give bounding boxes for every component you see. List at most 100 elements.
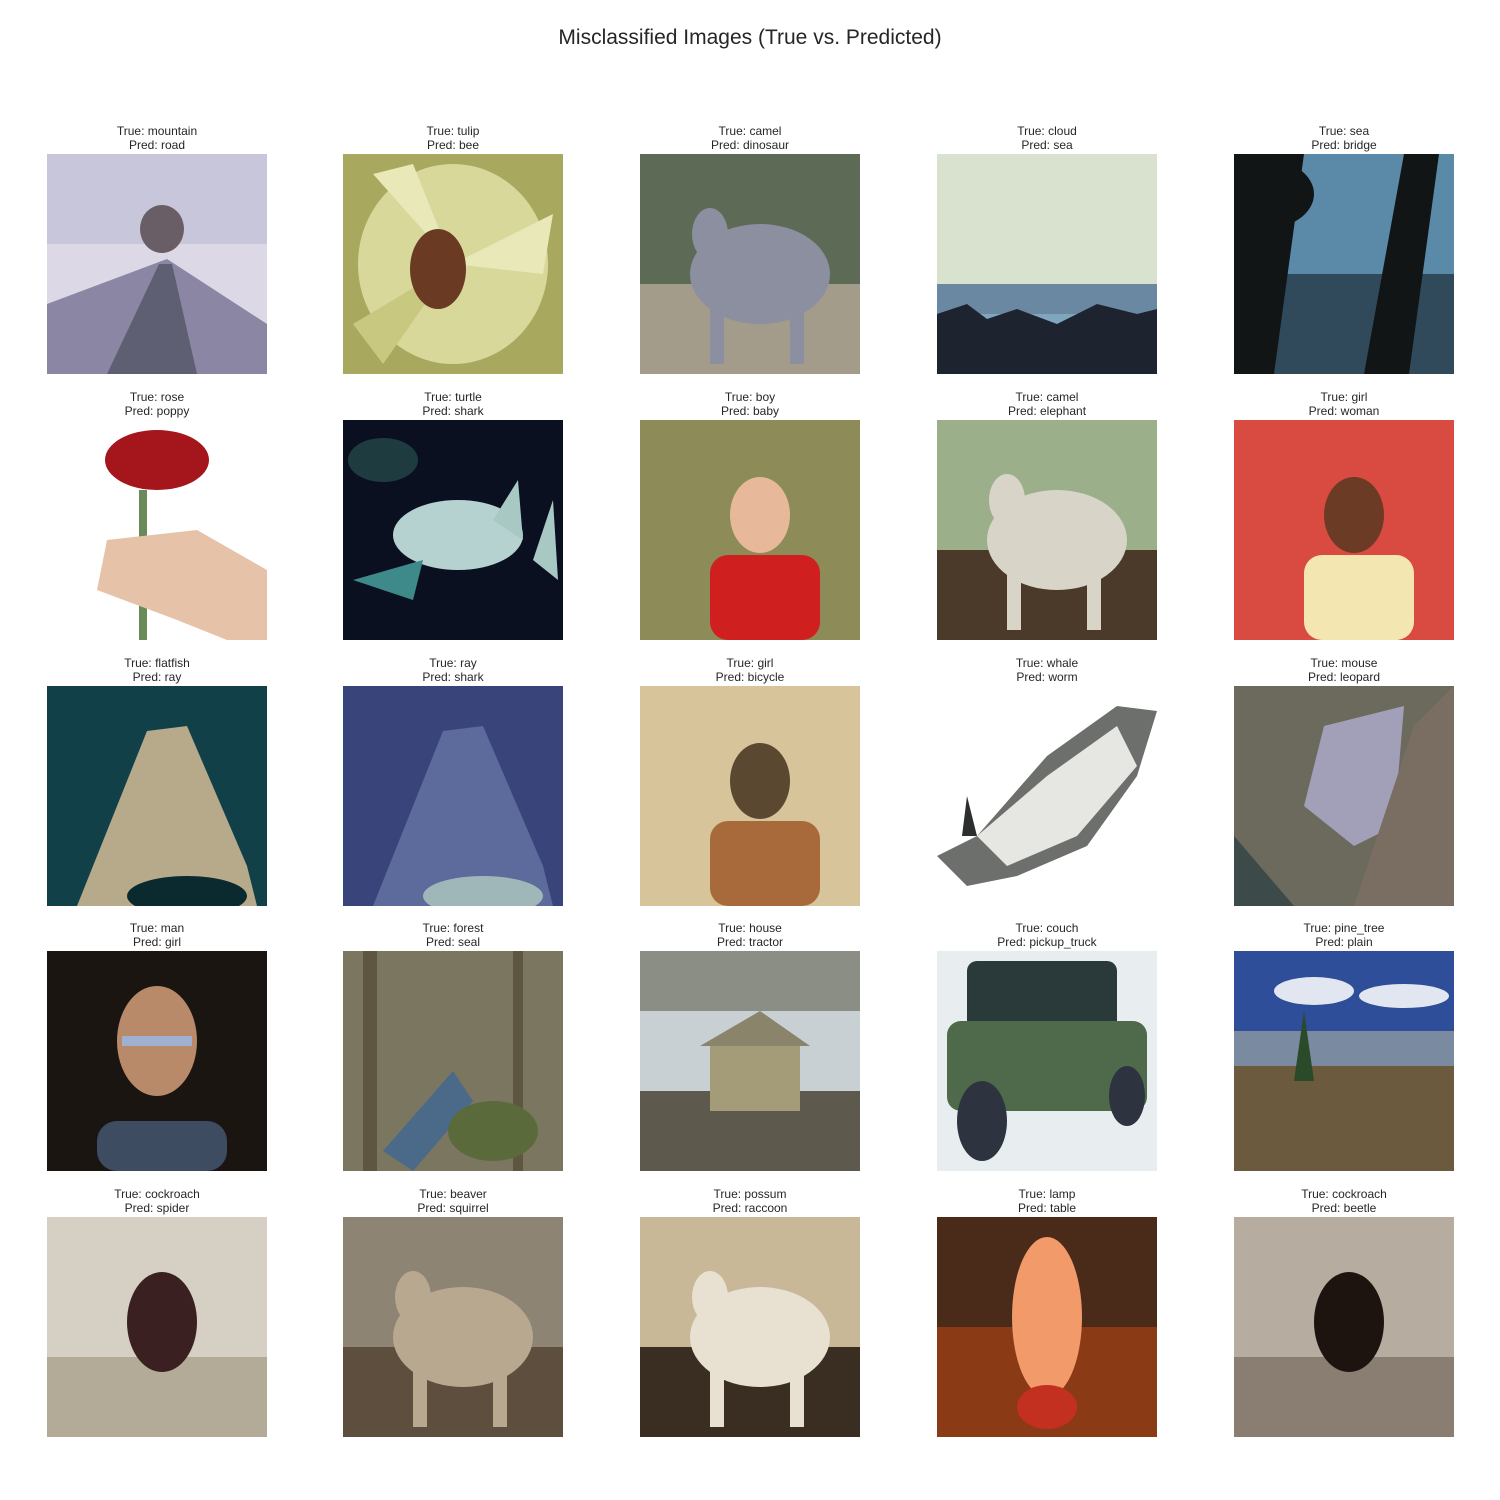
image-tile: True: beaver Pred: squirrel	[343, 1187, 563, 1437]
true-label: True: cockroach	[114, 1187, 200, 1201]
image-tile: True: cockroach Pred: beetle	[1234, 1187, 1454, 1437]
true-label: True: camel	[1015, 390, 1079, 404]
tile-caption: True: forest Pred: seal	[343, 921, 563, 951]
image-tile: True: rose Pred: poppy	[47, 390, 267, 640]
tile-image	[47, 951, 267, 1171]
image-tile: True: turtle Pred: shark	[343, 390, 563, 640]
predicted-label: Pred: beetle	[1311, 1201, 1377, 1215]
predicted-label: Pred: dinosaur	[710, 138, 790, 152]
predicted-label: Pred: bee	[426, 138, 480, 152]
predicted-label: Pred: ray	[132, 670, 182, 684]
tile-image	[1234, 686, 1454, 906]
predicted-label: Pred: raccoon	[712, 1201, 788, 1215]
figure-title: Misclassified Images (True vs. Predicted…	[558, 26, 942, 49]
tile-caption: True: rose Pred: poppy	[47, 390, 267, 420]
image-tile: True: lamp Pred: table	[937, 1187, 1157, 1437]
tile-image	[1234, 1217, 1454, 1437]
predicted-label: Pred: seal	[425, 935, 481, 949]
predicted-label: Pred: road	[128, 138, 186, 152]
true-label: True: lamp	[1018, 1187, 1076, 1201]
tile-caption: True: cloud Pred: sea	[937, 124, 1157, 154]
image-tile: True: couch Pred: pickup_truck	[937, 921, 1157, 1171]
true-label: True: cloud	[1017, 124, 1077, 138]
true-label: True: pine_tree	[1303, 921, 1385, 935]
predicted-label: Pred: tractor	[716, 935, 784, 949]
tile-image	[937, 951, 1157, 1171]
tile-caption: True: mouse Pred: leopard	[1234, 656, 1454, 686]
tile-caption: True: sea Pred: bridge	[1234, 124, 1454, 154]
true-label: True: beaver	[419, 1187, 487, 1201]
tile-image	[343, 420, 563, 640]
tile-image	[47, 686, 267, 906]
true-label: True: whale	[1015, 656, 1079, 670]
tile-image	[640, 951, 860, 1171]
tile-caption: True: girl Pred: woman	[1234, 390, 1454, 420]
tile-image	[640, 686, 860, 906]
tile-image	[343, 1217, 563, 1437]
tile-caption: True: ray Pred: shark	[343, 656, 563, 686]
tile-caption: True: turtle Pred: shark	[343, 390, 563, 420]
tile-caption: True: couch Pred: pickup_truck	[937, 921, 1157, 951]
tile-caption: True: flatfish Pred: ray	[47, 656, 267, 686]
tile-image	[1234, 154, 1454, 374]
image-tile: True: forest Pred: seal	[343, 921, 563, 1171]
image-tile: True: pine_tree Pred: plain	[1234, 921, 1454, 1171]
tile-image	[937, 686, 1157, 906]
true-label: True: mouse	[1310, 656, 1378, 670]
true-label: True: camel	[718, 124, 782, 138]
tile-image	[640, 1217, 860, 1437]
tile-image	[937, 154, 1157, 374]
tile-caption: True: pine_tree Pred: plain	[1234, 921, 1454, 951]
true-label: True: sea	[1318, 124, 1370, 138]
true-label: True: flatfish	[124, 656, 190, 670]
tile-image	[640, 154, 860, 374]
tile-caption: True: whale Pred: worm	[937, 656, 1157, 686]
image-tile: True: ray Pred: shark	[343, 656, 563, 906]
predicted-label: Pred: worm	[1016, 670, 1078, 684]
predicted-label: Pred: shark	[422, 670, 484, 684]
image-tile: True: tulip Pred: bee	[343, 124, 563, 374]
image-tile: True: man Pred: girl	[47, 921, 267, 1171]
tile-caption: True: man Pred: girl	[47, 921, 267, 951]
tile-image	[47, 1217, 267, 1437]
true-label: True: turtle	[424, 390, 482, 404]
tile-caption: True: possum Pred: raccoon	[640, 1187, 860, 1217]
predicted-label: Pred: pickup_truck	[997, 935, 1097, 949]
tile-caption: True: mountain Pred: road	[47, 124, 267, 154]
tile-image	[1234, 420, 1454, 640]
tile-caption: True: boy Pred: baby	[640, 390, 860, 420]
predicted-label: Pred: baby	[720, 404, 780, 418]
tile-caption: True: house Pred: tractor	[640, 921, 860, 951]
true-label: True: forest	[422, 921, 484, 935]
predicted-label: Pred: spider	[124, 1201, 190, 1215]
tile-image	[47, 154, 267, 374]
tile-caption: True: beaver Pred: squirrel	[343, 1187, 563, 1217]
predicted-label: Pred: bicycle	[715, 670, 785, 684]
tile-image	[937, 1217, 1157, 1437]
predicted-label: Pred: table	[1017, 1201, 1077, 1215]
predicted-label: Pred: shark	[422, 404, 484, 418]
tile-image	[343, 154, 563, 374]
true-label: True: boy	[724, 390, 776, 404]
tile-caption: True: camel Pred: elephant	[937, 390, 1157, 420]
predicted-label: Pred: woman	[1308, 404, 1380, 418]
tile-image	[47, 420, 267, 640]
image-tile: True: whale Pred: worm	[937, 656, 1157, 906]
tile-caption: True: girl Pred: bicycle	[640, 656, 860, 686]
predicted-label: Pred: leopard	[1307, 670, 1381, 684]
true-label: True: couch	[1015, 921, 1079, 935]
true-label: True: tulip	[426, 124, 480, 138]
predicted-label: Pred: elephant	[1007, 404, 1087, 418]
true-label: True: rose	[129, 390, 185, 404]
tile-caption: True: cockroach Pred: beetle	[1234, 1187, 1454, 1217]
true-label: True: man	[129, 921, 185, 935]
true-label: True: house	[718, 921, 782, 935]
true-label: True: cockroach	[1301, 1187, 1387, 1201]
predicted-label: Pred: poppy	[124, 404, 190, 418]
image-tile: True: camel Pred: dinosaur	[640, 124, 860, 374]
image-tile: True: house Pred: tractor	[640, 921, 860, 1171]
image-tile: True: boy Pred: baby	[640, 390, 860, 640]
image-tile: True: mountain Pred: road	[47, 124, 267, 374]
image-tile: True: camel Pred: elephant	[937, 390, 1157, 640]
image-tile: True: girl Pred: bicycle	[640, 656, 860, 906]
